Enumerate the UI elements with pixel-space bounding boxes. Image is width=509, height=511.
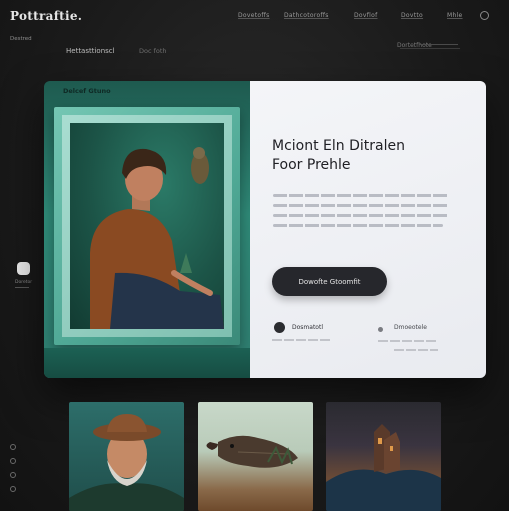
seated-man-illustration	[90, 147, 224, 329]
divider	[420, 44, 458, 45]
tab-active[interactable]: Hettasttionscl	[66, 47, 115, 55]
nav-item-3[interactable]: Dovflof	[354, 12, 378, 19]
meta-icon	[274, 322, 285, 333]
divider	[400, 48, 460, 49]
gallery-thumbnail-platypus[interactable]	[198, 402, 313, 511]
hero-title-line-2: Foor Prehle	[272, 157, 351, 173]
picture-frame	[54, 107, 240, 345]
circle-nav-icon[interactable]	[10, 486, 16, 492]
meta-left-detail	[272, 339, 332, 341]
hero-content-panel: Mciont Eln Ditralen Foor Prehle Dowofte …	[250, 81, 486, 378]
hero-image-panel: Delcef Gtuno	[44, 81, 250, 378]
panel-label: Delcef Gtuno	[63, 87, 111, 95]
brand-subtitle: Destred	[10, 36, 32, 42]
brand-logo[interactable]: Pottraftie.	[10, 9, 82, 23]
hero-title-line-1: Mciont Eln Ditralen	[272, 138, 405, 154]
sidebar-label: Doretor	[15, 280, 33, 285]
nav-item-5[interactable]: Mhle	[447, 12, 463, 19]
meta-right-detail	[394, 349, 438, 351]
divider	[15, 287, 29, 288]
nav-item-4[interactable]: Dovtto	[401, 12, 423, 19]
hero-card: Delcef Gtuno Mciont Eln Ditralen Foor Pr…	[44, 81, 486, 378]
tab-inactive[interactable]: Doc foth	[139, 47, 167, 55]
meta-left-label[interactable]: Dosmatotl	[292, 324, 323, 331]
circle-nav-icon[interactable]	[10, 458, 16, 464]
nav-item-1[interactable]: Dovetoffs	[238, 12, 270, 19]
search-icon[interactable]	[480, 11, 489, 20]
cta-button[interactable]: Dowofte Gtoomfit	[272, 267, 387, 296]
hero-title: Mciont Eln Ditralen Foor Prehle	[272, 137, 405, 175]
sidebar-toggle-button[interactable]	[17, 262, 30, 275]
meta-bullet-icon	[378, 327, 383, 332]
meta-right-label[interactable]: Dmoeotele	[394, 324, 427, 331]
hero-description	[273, 194, 449, 234]
meta-right-detail	[378, 340, 436, 342]
gallery-thumbnail-old-man[interactable]	[69, 402, 184, 511]
portrait-painting	[70, 123, 224, 329]
gallery-thumbnail-shipwreck[interactable]	[326, 402, 441, 511]
nav-item-2[interactable]: Dathcotoroffs	[284, 12, 329, 19]
circle-nav-icon[interactable]	[10, 444, 16, 450]
circle-nav-icon[interactable]	[10, 472, 16, 478]
